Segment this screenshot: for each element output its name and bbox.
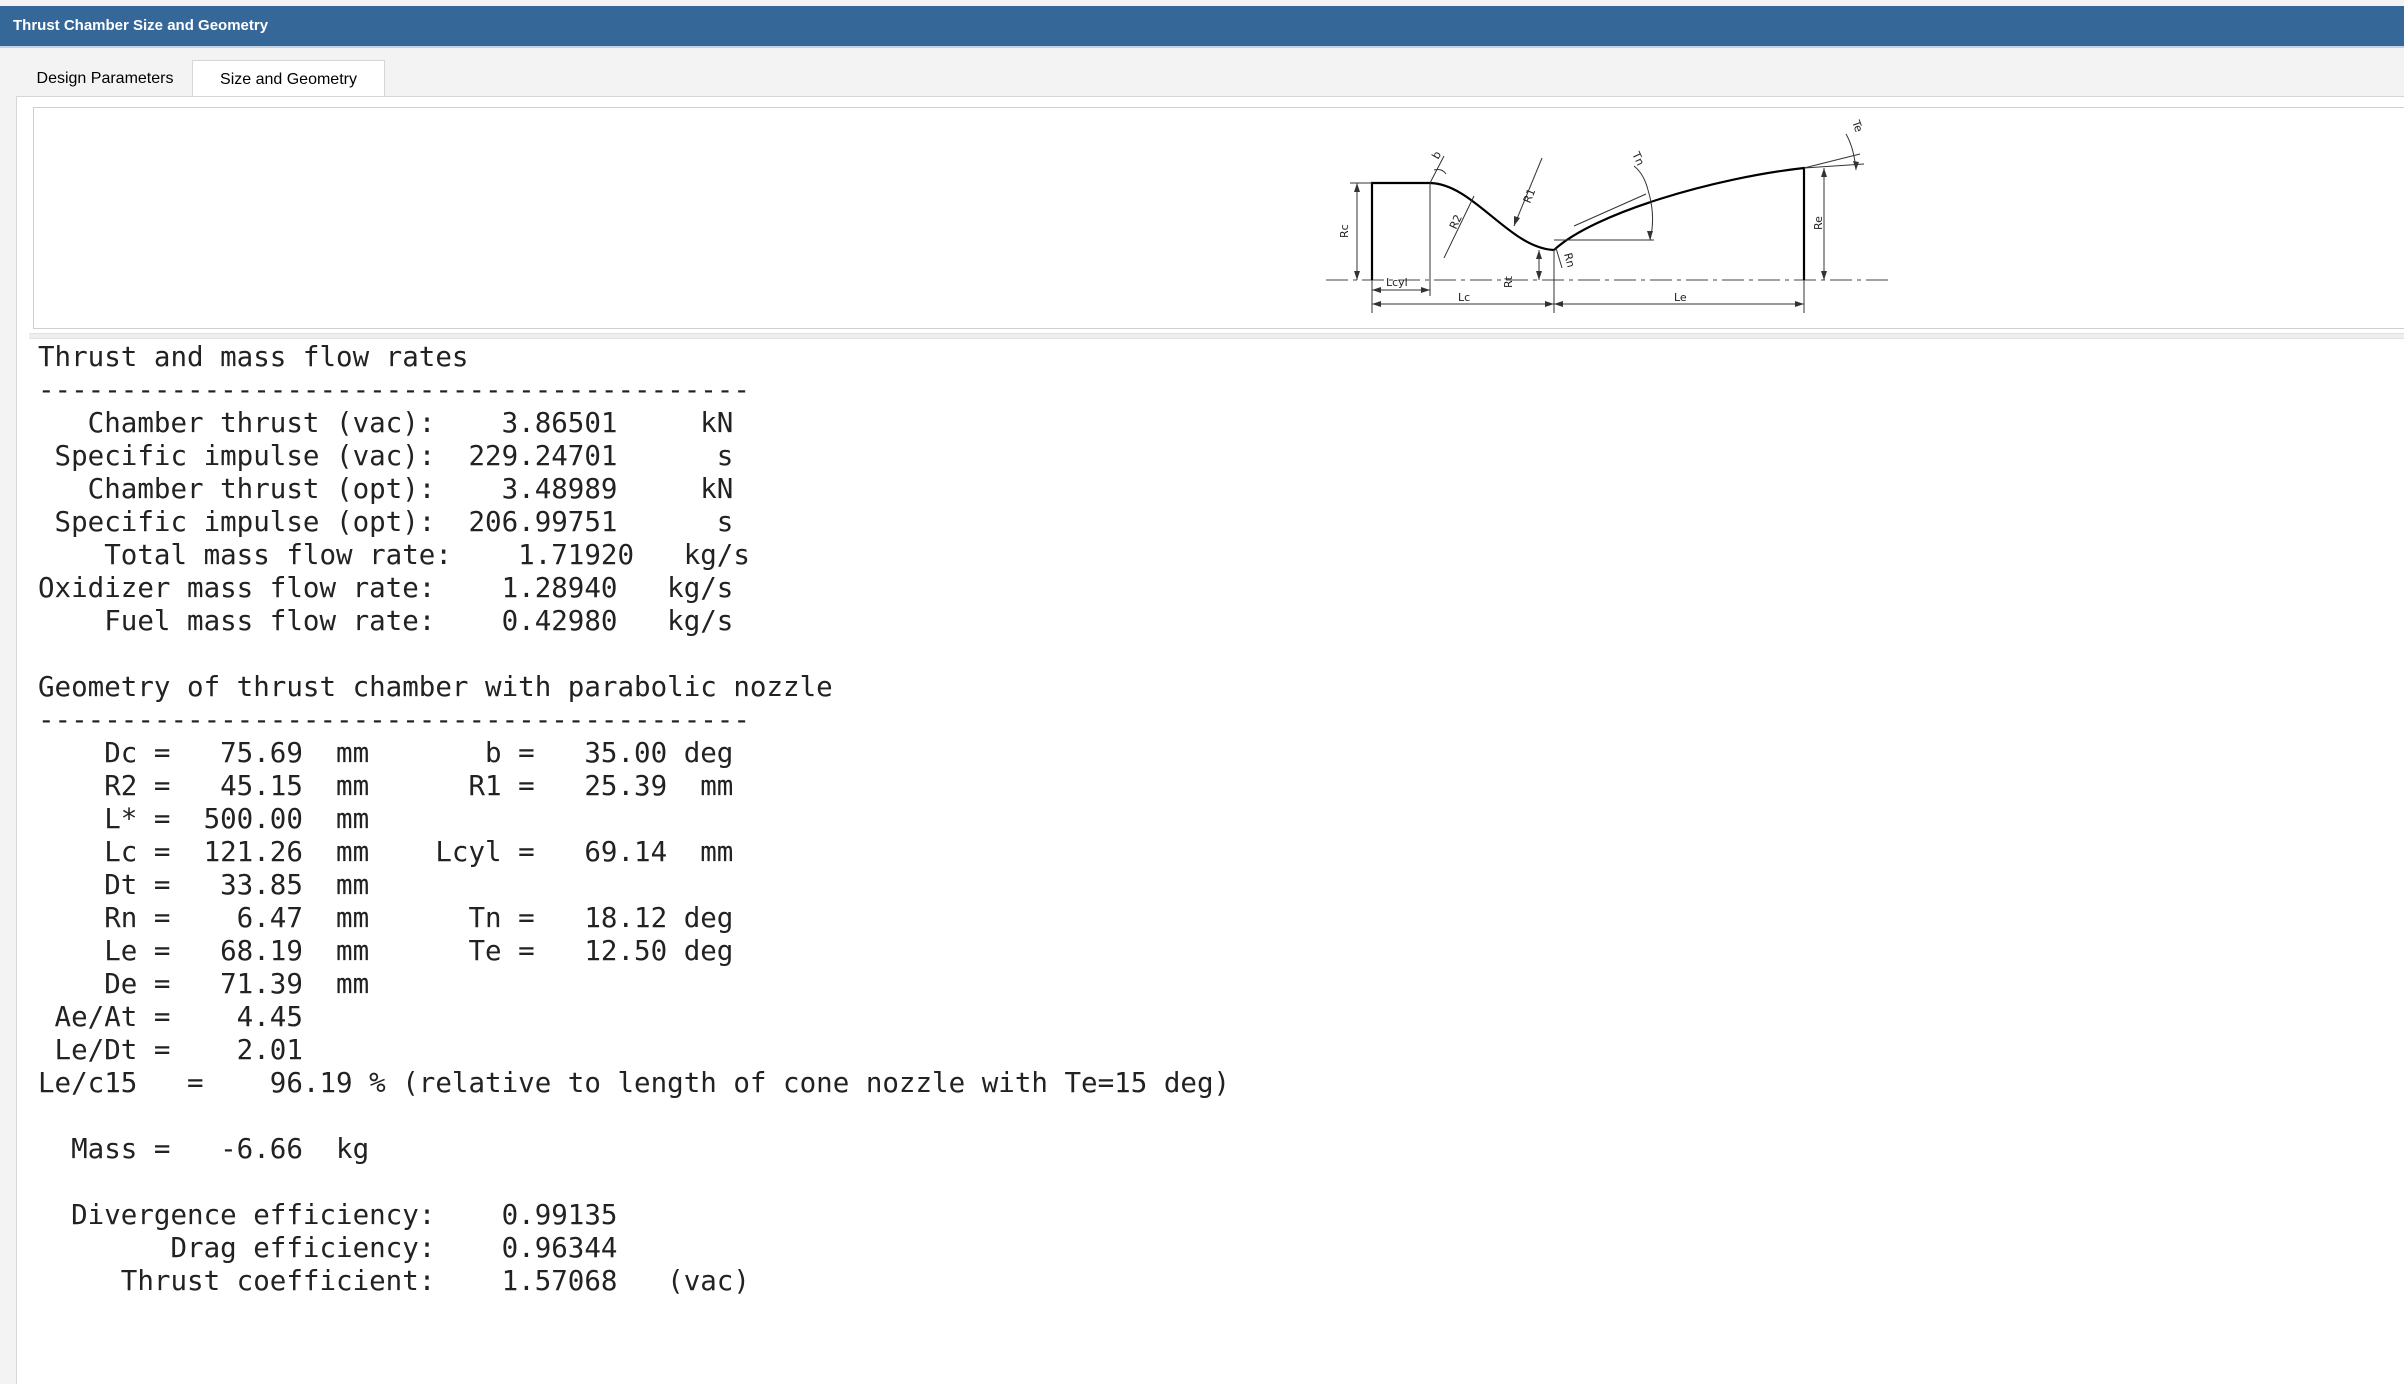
- geometry-de-line: De = 71.39 mm: [38, 968, 370, 1000]
- oxidizer-mass-flow-line: Oxidizer mass flow rate: 1.28940 kg/s: [38, 572, 734, 604]
- chamber-thrust-opt-line: Chamber thrust (opt): 3.48989 kN: [38, 473, 734, 505]
- rn-label: Rn: [1561, 251, 1577, 269]
- divergence-efficiency-line: Divergence efficiency: 0.99135: [38, 1199, 618, 1231]
- rt-label: Rt: [1502, 275, 1515, 288]
- geometry-le-dt-line: Le/Dt = 2.01: [38, 1034, 303, 1066]
- title-divider: [0, 46, 2404, 48]
- lc-label: Lc: [1458, 291, 1470, 304]
- geometry-rn-tn-line: Rn = 6.47 mm Tn = 18.12 deg: [38, 902, 734, 934]
- divider-line: ----------------------------------------…: [38, 704, 750, 736]
- specific-impulse-vac-line: Specific impulse (vac): 229.24701 s: [38, 440, 734, 472]
- section-heading: Geometry of thrust chamber with paraboli…: [38, 671, 833, 703]
- divider-line: ----------------------------------------…: [38, 374, 750, 406]
- r1-label: R1: [1521, 187, 1539, 205]
- lcyl-label: Lcyl: [1386, 276, 1408, 289]
- mass-line: Mass = -6.66 kg: [38, 1133, 370, 1165]
- tab-content-panel: Rc Lcyl Lc b R2 R1 Rt Rn Tn Le Re Te Thr…: [16, 96, 2404, 1384]
- total-mass-flow-line: Total mass flow rate: 1.71920 kg/s: [38, 539, 750, 571]
- app-window: Thrust Chamber Size and Geometry Design …: [0, 0, 2404, 1384]
- results-text-output: Thrust and mass flow rates --------------…: [38, 341, 1230, 1298]
- fuel-mass-flow-line: Fuel mass flow rate: 0.42980 kg/s: [38, 605, 734, 637]
- geometry-dc-b-line: Dc = 75.69 mm b = 35.00 deg: [38, 737, 734, 769]
- geometry-r2-r1-line: R2 = 45.15 mm R1 = 25.39 mm: [38, 770, 734, 802]
- geometry-ae-at-line: Ae/At = 4.45: [38, 1001, 303, 1033]
- window-title: Thrust Chamber Size and Geometry: [0, 6, 2404, 46]
- drag-efficiency-line: Drag efficiency: 0.96344: [38, 1232, 618, 1264]
- rc-label: Rc: [1338, 224, 1351, 238]
- geometry-lstar-line: L* = 500.00 mm: [38, 803, 370, 835]
- chamber-contour: [1370, 166, 1806, 280]
- thrust-coefficient-line: Thrust coefficient: 1.57068 (vac): [38, 1265, 750, 1297]
- te-label: Te: [1849, 118, 1866, 135]
- tab-design-parameters[interactable]: Design Parameters: [18, 60, 192, 95]
- tab-size-and-geometry[interactable]: Size and Geometry: [192, 60, 385, 97]
- le-label: Le: [1674, 291, 1687, 304]
- geometry-le-c15-line: Le/c15 = 96.19 % (relative to length of …: [38, 1067, 1231, 1099]
- re-label: Re: [1812, 216, 1825, 230]
- section-heading: Thrust and mass flow rates: [38, 341, 469, 373]
- geometry-lc-lcyl-line: Lc = 121.26 mm Lcyl = 69.14 mm: [38, 836, 734, 868]
- r2-label: R2: [1447, 212, 1465, 231]
- tn-label: Tn: [1629, 149, 1647, 168]
- chamber-thrust-vac-line: Chamber thrust (vac): 3.86501 kN: [38, 407, 734, 439]
- specific-impulse-opt-line: Specific impulse (opt): 206.99751 s: [38, 506, 734, 538]
- geometry-dt-line: Dt = 33.85 mm: [38, 869, 370, 901]
- rn-radius-line: [1555, 247, 1563, 269]
- geometry-diagram-box: Rc Lcyl Lc b R2 R1 Rt Rn Tn Le Re Te: [33, 107, 2404, 329]
- splitter-bar[interactable]: [29, 333, 2404, 339]
- thrust-chamber-diagram: Rc Lcyl Lc b R2 R1 Rt Rn Tn Le Re Te: [1326, 118, 1892, 313]
- geometry-le-te-line: Le = 68.19 mm Te = 12.50 deg: [38, 935, 734, 967]
